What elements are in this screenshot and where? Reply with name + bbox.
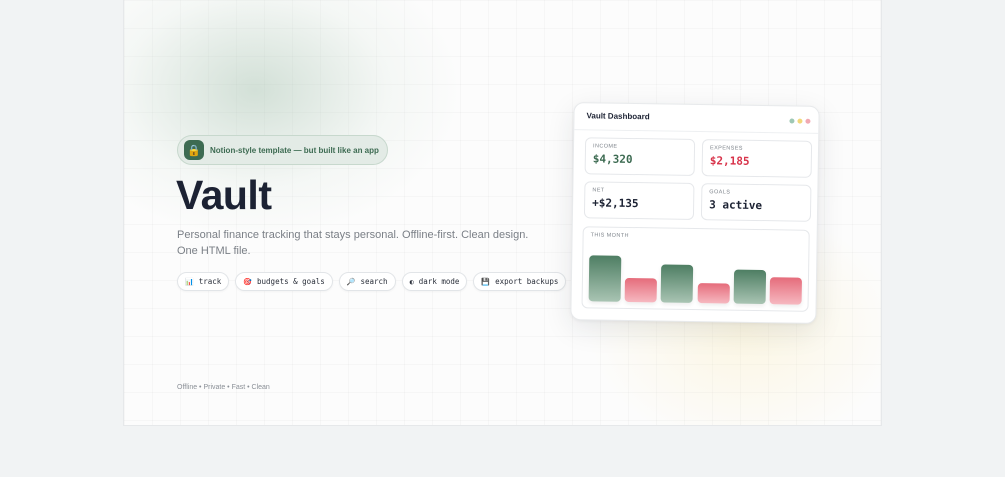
dashboard-preview: Vault Dashboard INCOME $4,320 EXPENSES $… (570, 102, 820, 324)
hero-page: 🔒 Notion-style template — but built like… (123, 0, 882, 426)
bar-chart-icon: 📊 (185, 277, 194, 286)
badge-text: Notion-style template — but built like a… (210, 145, 379, 155)
window-dot-red (805, 118, 811, 124)
stat-label: GOALS (709, 189, 731, 196)
chart-bar-3 (660, 264, 694, 303)
stat-value: $4,320 (592, 152, 633, 167)
chip-search[interactable]: 🔎 search (338, 272, 396, 291)
dashboard-divider (574, 129, 819, 134)
chart-bar-6 (769, 277, 802, 305)
stat-income: INCOME $4,320 (584, 137, 696, 176)
half-moon-icon: ◐ (409, 277, 414, 286)
stat-value: 3 active (709, 198, 763, 213)
stat-goals: GOALS 3 active (700, 183, 812, 222)
chart-bars (588, 243, 803, 305)
stat-label: INCOME (592, 143, 618, 150)
template-badge: 🔒 Notion-style template — but built like… (177, 135, 388, 165)
page-title: Vault (176, 172, 272, 218)
stat-value: +$2,135 (592, 196, 639, 211)
lock-icon: 🔒 (184, 140, 204, 160)
stat-value: $2,185 (709, 154, 750, 168)
chip-label: export backups (495, 277, 559, 286)
stat-expenses: EXPENSES $2,185 (701, 139, 813, 178)
feature-chips: 📊 track 🎯 budgets & goals 🔎 search ◐ dar… (177, 272, 567, 291)
chart-bar-2 (624, 277, 658, 303)
stat-net: NET +$2,135 (583, 181, 695, 220)
chart-bar-4 (697, 282, 730, 304)
chart-bar-1 (588, 254, 622, 302)
chip-dark-mode[interactable]: ◐ dark mode (401, 272, 468, 291)
window-dot-green (789, 118, 795, 124)
chip-label: dark mode (418, 277, 460, 286)
chart-bar-5 (733, 269, 766, 305)
floppy-disk-icon: 💾 (481, 277, 491, 286)
background-glow-green (124, 0, 464, 240)
chart-title: THIS MONTH (590, 232, 629, 239)
footer-tagline: Offline • Private • Fast • Clean (177, 384, 270, 391)
chip-label: search (360, 277, 388, 286)
window-controls (789, 118, 811, 124)
stat-label: NET (592, 187, 605, 194)
stat-label: EXPENSES (709, 145, 743, 152)
search-icon: 🔎 (346, 277, 356, 286)
dashboard-title: Vault Dashboard (586, 111, 650, 122)
chip-budgets-goals[interactable]: 🎯 budgets & goals (235, 272, 333, 291)
page-subtitle: Personal finance tracking that stays per… (177, 229, 529, 257)
window-dot-yellow (797, 118, 803, 124)
chip-label: budgets & goals (257, 277, 325, 286)
chip-label: track (198, 277, 222, 286)
chip-export-backups[interactable]: 💾 export backups (473, 272, 567, 291)
target-icon: 🎯 (243, 277, 253, 286)
chip-track[interactable]: 📊 track (177, 272, 230, 291)
monthly-chart: THIS MONTH (581, 226, 810, 312)
